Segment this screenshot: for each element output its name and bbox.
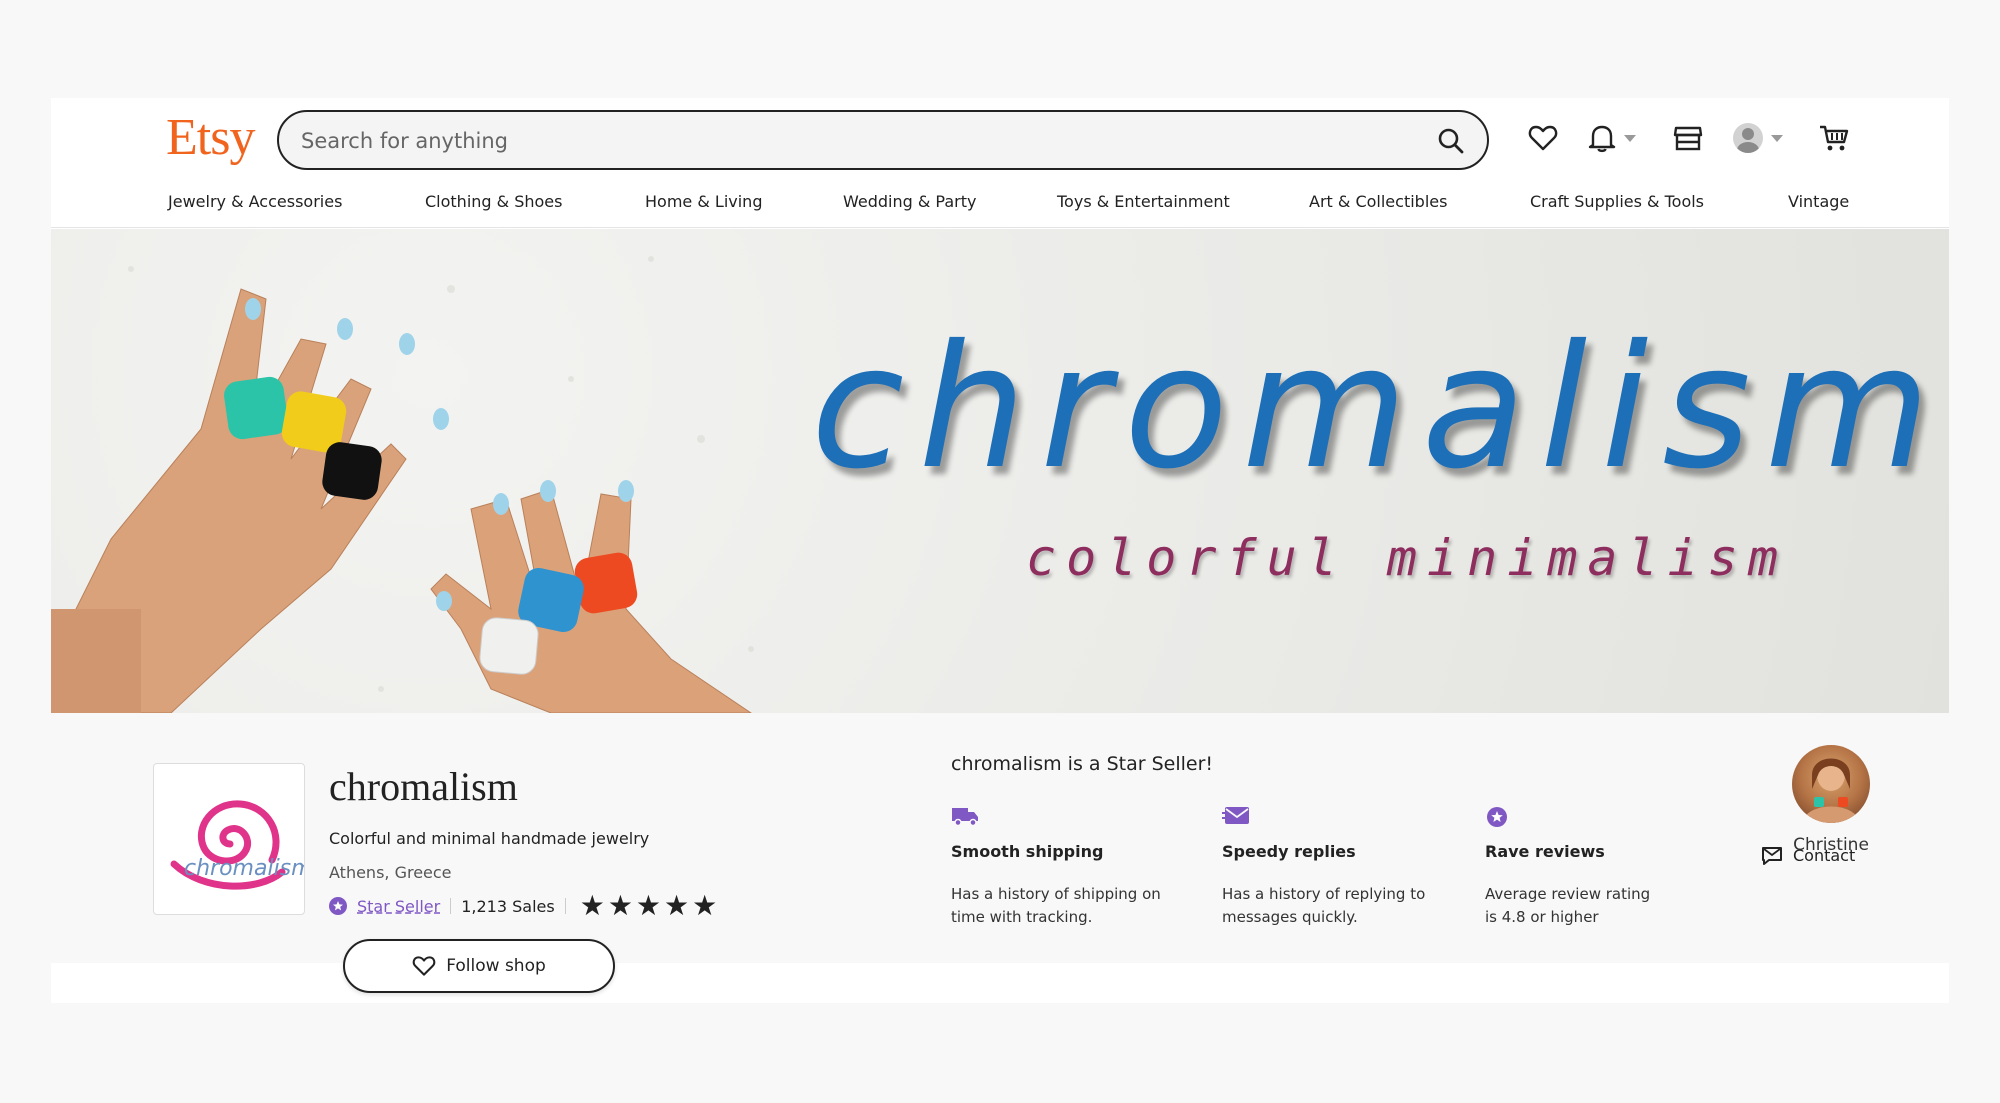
search-icon — [1438, 128, 1464, 154]
bell-icon — [1588, 125, 1616, 153]
shop-banner: chromalism colorful minimalism — [51, 229, 1949, 713]
feature-smooth-shipping: Smooth shipping Has a history of shippin… — [951, 805, 1191, 929]
chevron-down-icon — [1771, 134, 1783, 142]
envelope-icon — [1222, 807, 1249, 824]
star-seller-title: chromalism is a Star Seller! — [951, 753, 1213, 775]
nav-item-craft[interactable]: Craft Supplies & Tools — [1530, 192, 1704, 211]
sales-count: 1,213 Sales — [461, 896, 555, 916]
nav-item-vintage[interactable]: Vintage — [1788, 192, 1849, 211]
search-button[interactable] — [1433, 123, 1469, 159]
star-icon: ★ — [579, 889, 605, 922]
shop-location: Athens, Greece — [329, 863, 452, 882]
search-input[interactable] — [301, 122, 1391, 160]
feature-title: Rave reviews — [1485, 842, 1605, 861]
feature-desc-line: Has a history of shipping on — [951, 885, 1161, 903]
cart-button[interactable] — [1818, 120, 1850, 156]
swirl-logo-icon — [170, 800, 286, 890]
nav-item-clothing[interactable]: Clothing & Shoes — [425, 192, 562, 211]
owner-photo-image — [1802, 758, 1860, 823]
contact-label: Contact — [1793, 845, 1856, 865]
heart-icon — [1528, 125, 1558, 151]
star-seller-link[interactable]: Star Seller — [357, 897, 440, 916]
feature-desc-line: Average review rating — [1485, 885, 1651, 903]
shop-manager-button[interactable] — [1673, 120, 1703, 156]
shop-name: chromalism — [329, 764, 518, 809]
shop-tagline: Colorful and minimal handmade jewelry — [329, 829, 650, 848]
star-icon: ★ — [664, 889, 690, 922]
avatar — [1733, 123, 1763, 153]
category-nav: Jewelry & Accessories Clothing & Shoes H… — [51, 188, 1949, 224]
divider — [450, 898, 452, 914]
star-seller-badge-icon — [329, 897, 347, 915]
cart-icon — [1820, 125, 1849, 151]
feature-desc-line: messages quickly. — [1222, 908, 1358, 926]
banner-title: chromalism — [811, 309, 1945, 507]
star-icon: ★ — [607, 889, 633, 922]
owner-avatar[interactable] — [1792, 745, 1870, 823]
nav-item-jewelry[interactable]: Jewelry & Accessories — [168, 192, 342, 211]
divider — [564, 898, 566, 914]
notifications-button[interactable] — [1588, 120, 1636, 156]
shop-logo[interactable]: chromalism — [153, 763, 305, 915]
star-icon: ★ — [635, 889, 662, 922]
message-icon — [1762, 847, 1782, 865]
page-frame: Etsy Search for anything Jewelry & Acces… — [51, 98, 1949, 1003]
follow-shop-label: Follow shop — [446, 956, 546, 976]
feature-description: Has a history of replying to messages qu… — [1222, 883, 1462, 929]
favorites-button[interactable] — [1528, 120, 1558, 156]
feature-desc-line: Has a history of replying to — [1222, 885, 1426, 903]
chevron-down-icon — [1624, 134, 1636, 142]
nav-item-art[interactable]: Art & Collectibles — [1309, 192, 1447, 211]
feature-desc-line: is 4.8 or higher — [1485, 908, 1599, 926]
account-button[interactable] — [1733, 120, 1783, 156]
nav-item-home[interactable]: Home & Living — [645, 192, 762, 211]
shop-logo-text: chromalism — [184, 856, 305, 881]
shop-info-section: chromalism chromalism Colorful and minim… — [51, 713, 1949, 993]
search-bar — [277, 110, 1489, 170]
feature-rave-reviews: Rave reviews Average review rating is 4.… — [1485, 805, 1725, 929]
banner-hands-illustration — [51, 256, 754, 713]
nav-item-toys[interactable]: Toys & Entertainment — [1057, 192, 1230, 211]
feature-title: Speedy replies — [1222, 842, 1356, 861]
rating-stars[interactable]: ★ ★ ★ ★ ★ — [580, 892, 718, 920]
star-icon: ★ — [692, 889, 718, 922]
heart-icon — [412, 956, 436, 976]
banner-subtitle: colorful minimalism — [1026, 529, 1788, 587]
feature-description: Average review rating is 4.8 or higher — [1485, 883, 1725, 929]
contact-button[interactable]: Contact — [1761, 845, 1855, 865]
feature-title: Smooth shipping — [951, 842, 1104, 861]
etsy-logo[interactable]: Etsy — [166, 108, 255, 167]
site-header: Etsy Search for anything Jewelry & Acces… — [51, 98, 1949, 228]
truck-icon — [952, 808, 978, 827]
feature-speedy-replies: Speedy replies Has a history of replying… — [1222, 805, 1462, 929]
shop-owner: Christine — [1771, 745, 1891, 855]
nav-item-wedding[interactable]: Wedding & Party — [843, 192, 976, 211]
follow-shop-button[interactable]: Follow shop — [343, 939, 615, 993]
feature-description: Has a history of shipping on time with t… — [951, 883, 1191, 929]
star-badge-icon — [1487, 807, 1507, 827]
feature-desc-line: time with tracking. — [951, 908, 1093, 926]
shop-meta: Star Seller 1,213 Sales ★ ★ ★ ★ ★ — [329, 892, 718, 920]
store-icon — [1673, 126, 1703, 151]
